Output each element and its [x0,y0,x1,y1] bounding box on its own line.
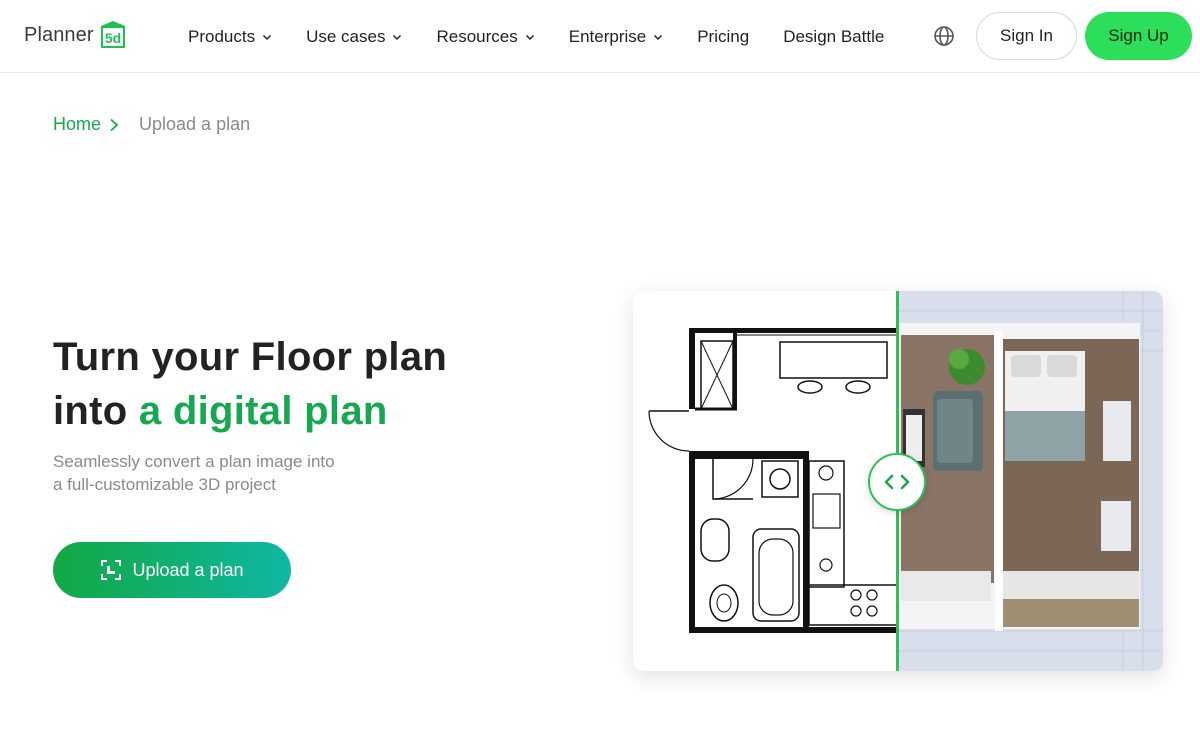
nav-label: Pricing [697,26,750,46]
sign-up-button[interactable]: Sign Up [1085,12,1192,60]
hero-title-line2-prefix: into [53,389,139,433]
hero-subtitle: Seamlessly convert a plan image into a f… [53,450,413,496]
breadcrumb: Home Upload a plan [53,114,250,135]
breadcrumb-current: Upload a plan [139,114,251,134]
hero-title-line1: Turn your Floor plan [53,335,448,379]
breadcrumb-home-link[interactable]: Home [53,114,101,135]
nav-label: Products [188,26,256,46]
hero-title: Turn your Floor plan into a digital plan [53,330,447,438]
nav-pricing[interactable]: Pricing [697,27,749,47]
hero-subtitle-line1: Seamlessly convert a plan image into [53,452,335,471]
nav-label: Enterprise [568,26,647,46]
nav-use-cases[interactable]: Use cases [306,27,402,47]
chevron-down-icon [393,34,402,40]
site-header: Planner 5d Products Use cases Resources … [0,0,1200,73]
upload-plan-button[interactable]: Upload a plan [53,542,291,598]
comparison-slider-handle[interactable] [868,453,926,511]
nav-enterprise[interactable]: Enterprise [569,27,663,47]
hero-title-accent: a digital plan [138,389,388,433]
globe-icon[interactable] [932,24,956,48]
nav-resources[interactable]: Resources [436,27,534,47]
main-nav: Products Use cases Resources Enterprise … [188,0,918,73]
chevron-right-icon [110,118,119,131]
nav-label: Design Battle [783,26,885,46]
logo-text: Planner [24,23,94,46]
chevron-down-icon [525,34,534,40]
compare-arrows-icon [884,474,910,490]
svg-text:5d: 5d [104,30,120,46]
sign-in-button[interactable]: Sign In [976,12,1077,60]
chevron-down-icon [263,34,272,40]
logo-badge: 5d [98,20,128,50]
nav-label: Use cases [306,26,386,46]
logo[interactable]: Planner 5d [24,20,128,50]
nav-label: Resources [436,26,518,46]
nav-products[interactable]: Products [188,27,272,47]
chevron-down-icon [654,34,663,40]
hero-subtitle-line2: a full-customizable 3D project [53,475,276,494]
upload-scan-icon [101,560,122,580]
upload-plan-label: Upload a plan [132,559,244,580]
nav-design-battle[interactable]: Design Battle [783,27,884,47]
